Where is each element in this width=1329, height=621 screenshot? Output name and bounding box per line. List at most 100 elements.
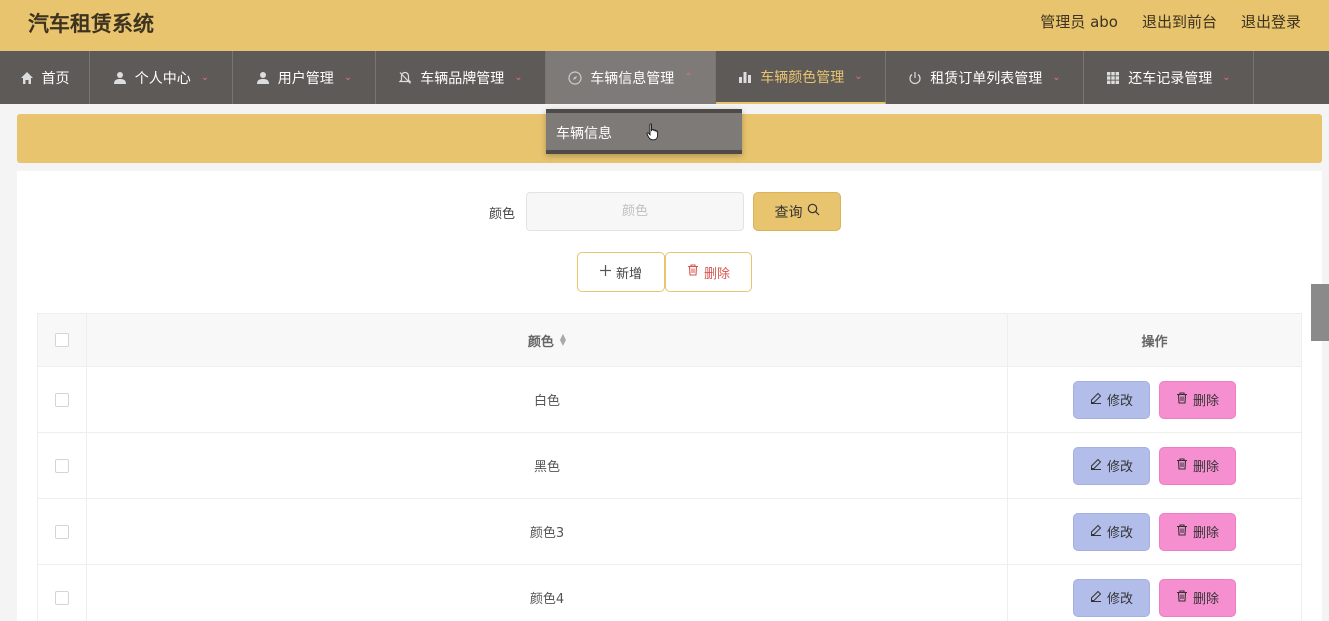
edit-button[interactable]: 修改 (1073, 446, 1150, 485)
bulk-delete-label: 删除 (703, 266, 730, 282)
nav-label-home: 首页 (41, 70, 70, 87)
operation-cell: 修改 删除 (1008, 499, 1301, 564)
trash-icon (1176, 457, 1188, 474)
nav-label-returns: 还车记录管理 (1128, 70, 1213, 87)
search-label: 颜色 (489, 207, 516, 222)
user-icon (113, 71, 127, 85)
delete-label: 删除 (1192, 592, 1219, 607)
nav-item-home[interactable]: 首页 (0, 51, 90, 104)
edit-label: 修改 (1106, 526, 1133, 541)
grid-icon (1106, 71, 1120, 85)
edit-icon (1090, 524, 1102, 540)
row-checkbox[interactable] (55, 590, 69, 605)
nav-item-returns[interactable]: 还车记录管理 ⌄ (1084, 51, 1254, 104)
dropdown-item-vehicle-info[interactable]: 车辆信息 (556, 123, 612, 143)
vehicle-info-dropdown: 车辆信息 (546, 109, 742, 154)
row-checkbox[interactable] (55, 392, 69, 407)
edit-icon (1090, 458, 1102, 474)
plus-icon (599, 264, 611, 280)
query-label: 查询 (774, 204, 803, 221)
edit-label: 修改 (1106, 592, 1133, 607)
table-row: 颜色3 修改 删除 (38, 499, 1301, 565)
row-check-cell (38, 367, 87, 432)
bar-chart-icon (738, 70, 752, 84)
power-icon (908, 71, 922, 85)
nav-item-brand[interactable]: 车辆品牌管理 ⌄ (376, 51, 546, 104)
color-cell: 黑色 (87, 433, 1008, 498)
trash-icon (1176, 589, 1188, 606)
edit-button[interactable]: 修改 (1073, 578, 1150, 617)
chevron-down-icon: ⌄ (1052, 72, 1061, 83)
nav-item-vehicle-color[interactable]: 车辆颜色管理 ⌄ (716, 51, 886, 104)
table-header-row: 颜色 ▲ ▼ 操作 (38, 314, 1301, 367)
logout-link[interactable]: 退出登录 (1241, 11, 1301, 32)
table-row: 颜色4 修改 删除 (38, 565, 1301, 621)
table-row: 黑色 修改 删除 (38, 433, 1301, 499)
color-search-input[interactable] (526, 192, 744, 231)
user-icon (256, 71, 270, 85)
nav-item-personal[interactable]: 个人中心 ⌄ (90, 51, 233, 104)
add-button[interactable]: 新增 (577, 252, 665, 292)
color-header-label: 颜色 (527, 334, 554, 350)
chevron-down-icon: ⌄ (343, 72, 353, 83)
row-checkbox[interactable] (55, 524, 69, 539)
edit-button[interactable]: 修改 (1073, 512, 1150, 551)
header-actions: 管理员 abo 退出到前台 退出登录 (1040, 11, 1301, 32)
trash-icon (687, 264, 699, 280)
to-front-link[interactable]: 退出到前台 (1142, 11, 1217, 32)
delete-label: 删除 (1192, 460, 1219, 475)
compass-icon (568, 70, 582, 85)
table-row: 白色 修改 删除 (38, 367, 1301, 433)
delete-button[interactable]: 删除 (1159, 578, 1236, 617)
edit-label: 修改 (1106, 394, 1133, 409)
operation-cell: 修改 删除 (1008, 565, 1301, 621)
row-check-cell (38, 499, 87, 564)
edit-button[interactable]: 修改 (1073, 380, 1150, 419)
select-all-checkbox[interactable] (55, 333, 69, 347)
nav-item-vehicle-info[interactable]: 车辆信息管理 ⌃ (546, 51, 716, 104)
chevron-down-icon: ⌄ (514, 72, 523, 83)
edit-icon (1090, 392, 1102, 408)
operation-cell: 修改 删除 (1008, 367, 1301, 432)
color-column-header[interactable]: 颜色 ▲ ▼ (87, 314, 1008, 366)
edit-label: 修改 (1106, 460, 1133, 475)
color-cell: 白色 (87, 367, 1008, 432)
nav-item-orders[interactable]: 租赁订单列表管理 ⌄ (886, 51, 1084, 104)
app-title: 汽车租赁系统 (28, 12, 154, 36)
scrollbar-thumb[interactable] (1311, 284, 1329, 341)
nav-label-brand: 车辆品牌管理 (420, 70, 505, 87)
search-icon (807, 203, 820, 220)
nav-label-users: 用户管理 (277, 70, 334, 87)
color-cell: 颜色4 (87, 565, 1008, 621)
delete-label: 删除 (1192, 526, 1219, 541)
nav-item-users[interactable]: 用户管理 ⌄ (233, 51, 376, 104)
color-table: 颜色 ▲ ▼ 操作 白色 修改 删除 黑色 修改 删除 颜色3 修改 删除 颜色… (37, 313, 1302, 621)
operation-cell: 修改 删除 (1008, 433, 1301, 498)
trash-icon (1176, 523, 1188, 540)
current-user[interactable]: 管理员 abo (1040, 11, 1118, 32)
row-checkbox[interactable] (55, 458, 69, 473)
main-nav: 首页 个人中心 ⌄ 用户管理 ⌄ 车辆品牌管理 ⌄ 车辆信息管理 ⌃ 车辆颜色管… (0, 51, 1329, 104)
delete-button[interactable]: 删除 (1159, 446, 1236, 485)
chevron-up-icon: ⌃ (684, 72, 693, 83)
top-header: 汽车租赁系统 管理员 abo 退出到前台 退出登录 (0, 0, 1329, 51)
header-check-cell (38, 314, 87, 366)
chevron-down-icon: ⌄ (854, 71, 863, 82)
edit-icon (1090, 590, 1102, 606)
query-button[interactable]: 查询 (753, 192, 841, 231)
hand-pointer-icon (646, 123, 660, 145)
delete-label: 删除 (1192, 394, 1219, 409)
operation-header-label: 操作 (1141, 334, 1168, 350)
nav-label-orders: 租赁订单列表管理 (930, 70, 1043, 87)
delete-button[interactable]: 删除 (1159, 380, 1236, 419)
home-icon (20, 71, 34, 85)
delete-button[interactable]: 删除 (1159, 512, 1236, 551)
nav-label-vehicle-color: 车辆颜色管理 (760, 69, 845, 86)
add-label: 新增 (615, 266, 642, 282)
color-cell: 颜色3 (87, 499, 1008, 564)
sort-icon[interactable]: ▲ ▼ (560, 333, 566, 347)
chevron-down-icon: ⌄ (1222, 72, 1231, 83)
bulk-delete-button[interactable]: 删除 (665, 252, 752, 292)
chevron-down-icon: ⌄ (200, 72, 210, 83)
nav-label-vehicle-info: 车辆信息管理 (590, 70, 675, 87)
